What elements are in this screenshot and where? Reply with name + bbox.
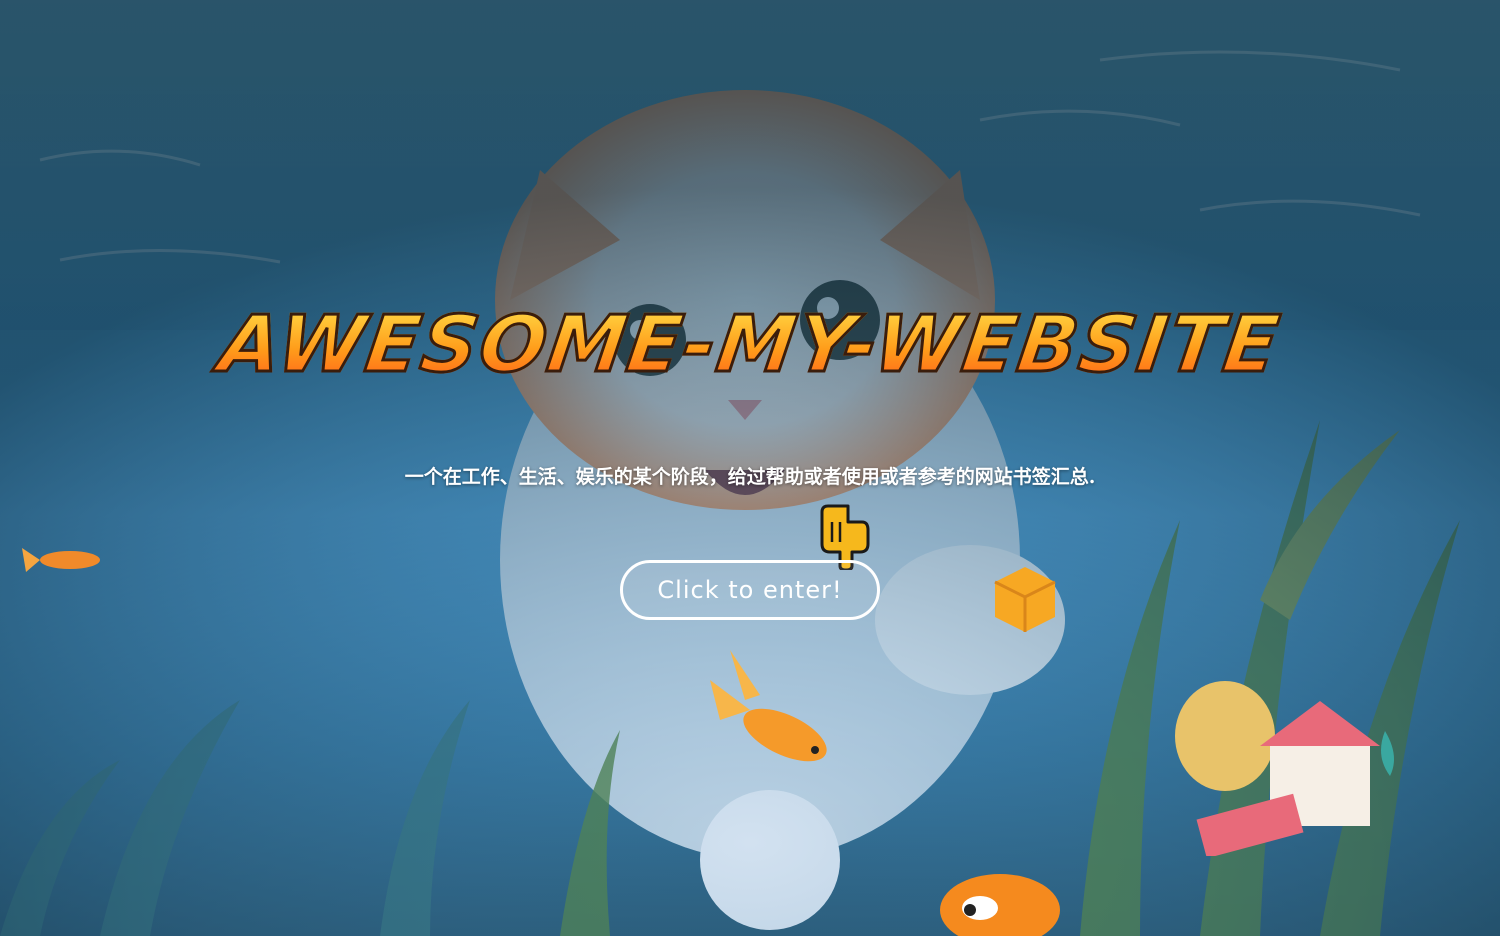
toy-house-icon (1175, 681, 1394, 856)
site-subtitle: 一个在工作、生活、娱乐的某个阶段，给过帮助或者使用或者参考的网站书签汇总. (404, 466, 1096, 488)
landing-page: AWESOME-MY-WEBSITE 一个在工作、生活、娱乐的某个阶段，给过帮助… (0, 0, 1500, 936)
goldfish-icon (710, 650, 827, 762)
cheese-cube-icon (994, 567, 1056, 632)
site-title: AWESOME-MY-WEBSITE (0, 299, 1500, 392)
koi-fish-icon (940, 874, 1060, 936)
small-fish-icon (22, 548, 100, 572)
enter-button[interactable]: Click to enter! (620, 560, 880, 620)
